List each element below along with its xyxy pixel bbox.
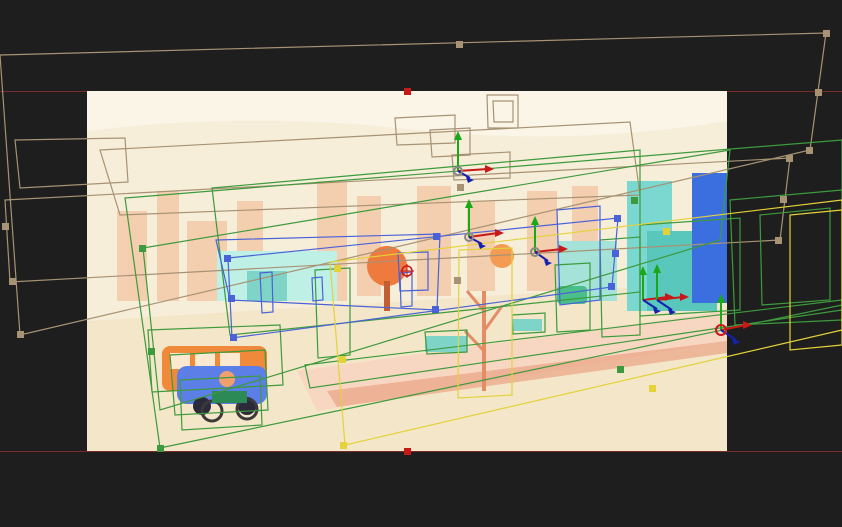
- transform-gizmo-icon[interactable]: [450, 162, 468, 180]
- anchor-point-icon[interactable]: [400, 264, 414, 278]
- camera-target-icon[interactable]: [714, 323, 728, 337]
- layer-wireframes: [0, 30, 842, 455]
- composition-viewport[interactable]: [0, 0, 842, 527]
